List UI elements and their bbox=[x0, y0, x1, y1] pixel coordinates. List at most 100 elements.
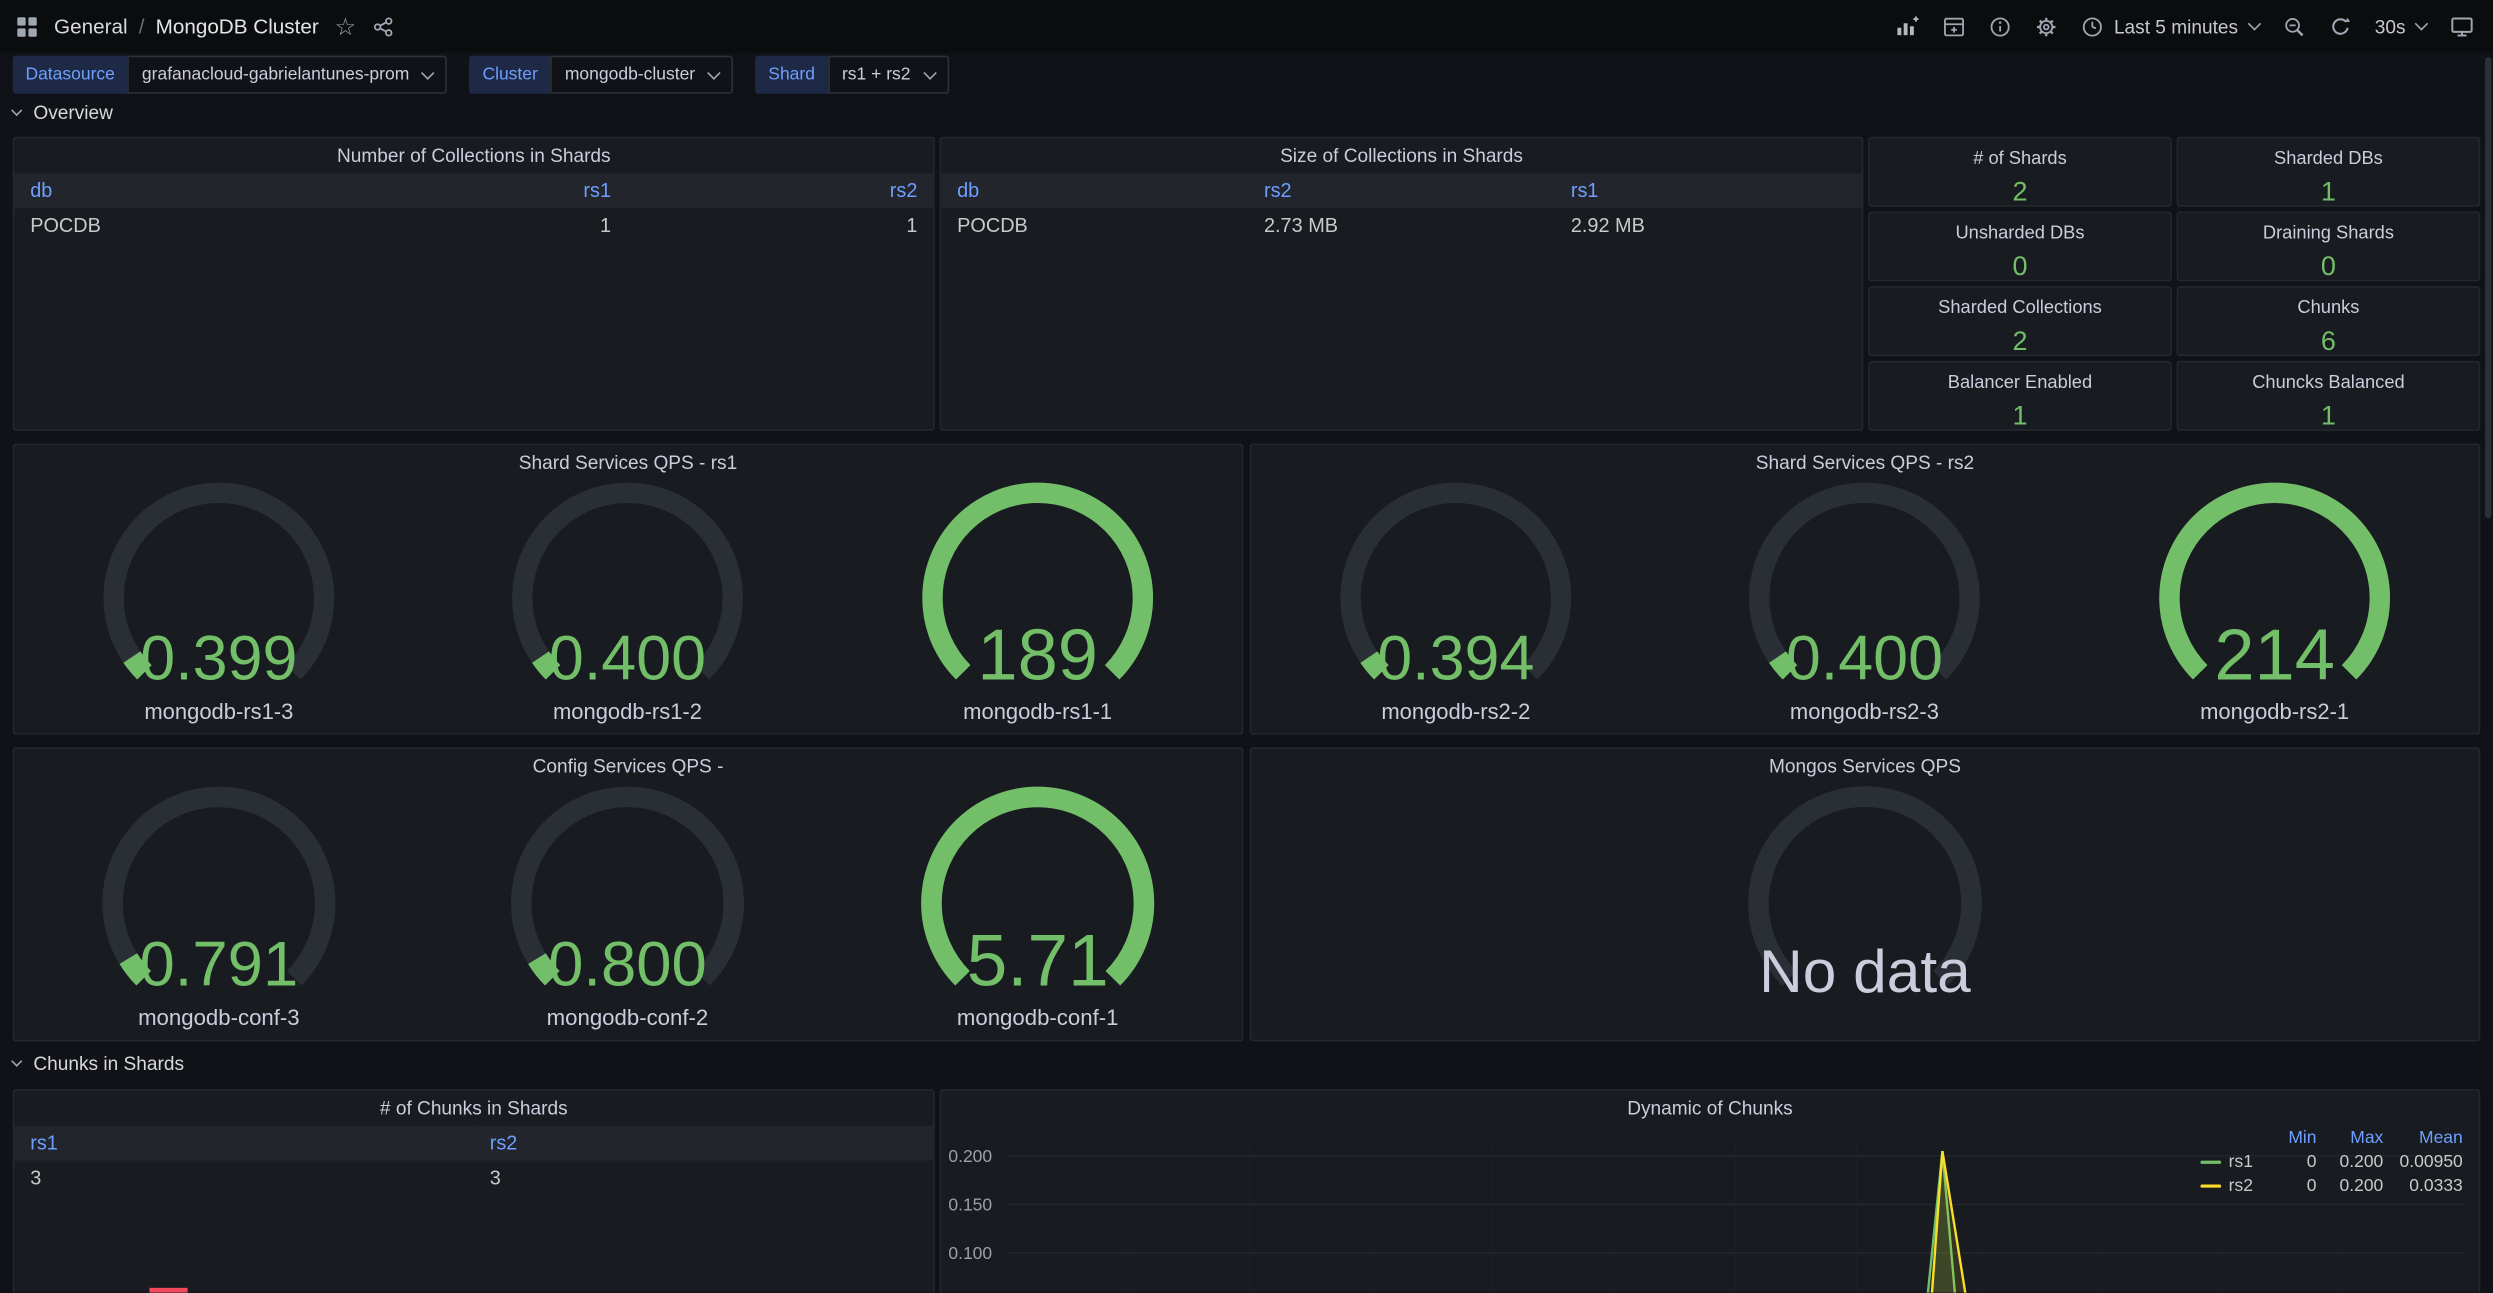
svg-text:0.791: 0.791 bbox=[140, 930, 299, 1000]
refresh-interval-picker[interactable]: 30s bbox=[2375, 15, 2426, 37]
legend-header-Mean[interactable]: Mean bbox=[2383, 1129, 2462, 1148]
stat-title[interactable]: # of Shards bbox=[1973, 149, 2067, 168]
svg-text:mongodb-rs1-1: mongodb-rs1-1 bbox=[963, 699, 1112, 724]
scrollbar-thumb[interactable] bbox=[2485, 57, 2491, 518]
legend-value: 0.200 bbox=[2317, 1177, 2384, 1196]
variable-value: rs1 + rs2 bbox=[842, 65, 911, 84]
svg-text:mongodb-conf-1: mongodb-conf-1 bbox=[956, 1005, 1118, 1030]
zoom-out-icon[interactable] bbox=[2283, 15, 2305, 37]
analytics-icon[interactable] bbox=[1895, 14, 1919, 38]
panel-title[interactable]: Mongos Services QPS bbox=[1251, 749, 2478, 784]
refresh-icon[interactable] bbox=[2329, 15, 2351, 37]
variable-label: Shard bbox=[756, 56, 828, 94]
column-header-db[interactable]: db bbox=[14, 173, 320, 208]
dashboard-info-icon[interactable] bbox=[1988, 15, 2010, 37]
panel-number-of-collections: Number of Collections in Shards dbrs1rs2… bbox=[13, 137, 935, 431]
legend-series-rs1[interactable]: rs1 bbox=[2200, 1153, 2269, 1172]
svg-text:5.71: 5.71 bbox=[966, 921, 1108, 1002]
panel-title[interactable]: Size of Collections in Shards bbox=[941, 138, 1862, 173]
section-header-chunks[interactable]: Chunks in Shards bbox=[13, 1051, 184, 1076]
column-header-rs2[interactable]: rs2 bbox=[627, 173, 933, 208]
cycle-view-monitor-icon[interactable] bbox=[2450, 14, 2474, 38]
svg-text:189: 189 bbox=[977, 616, 1098, 696]
share-icon[interactable] bbox=[372, 15, 394, 37]
stat-title[interactable]: Chuncks Balanced bbox=[2252, 374, 2404, 393]
chevron-down-icon bbox=[11, 1056, 22, 1067]
apps-grid-icon[interactable] bbox=[16, 15, 38, 37]
chevron-down-icon bbox=[923, 66, 936, 79]
time-range-picker[interactable]: Last 5 minutes bbox=[2081, 15, 2259, 37]
stat-panel: Balancer Enabled1 bbox=[1868, 361, 2172, 431]
sizes-table: dbrs2rs1 POCDB2.73 MB2.92 MB bbox=[941, 173, 1862, 241]
stat-value: 2 bbox=[2012, 326, 2027, 356]
legend-value: 0.0333 bbox=[2383, 1177, 2462, 1196]
legend-header-Min[interactable]: Min bbox=[2269, 1129, 2317, 1148]
panel-chunks-in-shards: # of Chunks in Shards rs1rs2 33 bbox=[13, 1089, 935, 1293]
table-cell: POCDB bbox=[14, 208, 320, 241]
svg-text:mongodb-rs1-3: mongodb-rs1-3 bbox=[144, 699, 293, 724]
gauge-group: 0.394mongodb-rs2-20.400mongodb-rs2-3214m… bbox=[1251, 480, 2478, 733]
stat-title[interactable]: Chunks bbox=[2297, 299, 2359, 318]
column-header-rs1[interactable]: rs1 bbox=[14, 1126, 473, 1161]
variable-label: Cluster bbox=[470, 56, 551, 94]
star-icon[interactable]: ☆ bbox=[335, 12, 356, 41]
stat-title[interactable]: Sharded DBs bbox=[2274, 149, 2383, 168]
svg-text:0.200: 0.200 bbox=[948, 1146, 992, 1166]
svg-text:0.150: 0.150 bbox=[948, 1195, 992, 1215]
stat-title[interactable]: Draining Shards bbox=[2263, 224, 2394, 243]
time-range-label: Last 5 minutes bbox=[2114, 15, 2238, 37]
panel-title[interactable]: Number of Collections in Shards bbox=[14, 138, 933, 173]
add-panel-icon[interactable] bbox=[1942, 15, 1964, 37]
dashboard-title[interactable]: MongoDB Cluster bbox=[156, 14, 319, 38]
gauge-no-data: No data bbox=[1251, 784, 2478, 1040]
clock-icon bbox=[2081, 15, 2103, 37]
stat-value: 1 bbox=[2321, 176, 2336, 206]
column-header-db[interactable]: db bbox=[941, 173, 1248, 208]
variable-value-dropdown[interactable]: grafanacloud-gabrielantunes-prom bbox=[128, 56, 448, 94]
column-header-rs1[interactable]: rs1 bbox=[1555, 173, 1862, 208]
column-header-rs1[interactable]: rs1 bbox=[321, 173, 627, 208]
stat-panel: Sharded Collections 2 bbox=[1868, 286, 2172, 356]
table-cell: 2.92 MB bbox=[1555, 208, 1862, 241]
stat-value: 1 bbox=[2321, 401, 2336, 431]
breadcrumb-folder[interactable]: General bbox=[54, 14, 128, 38]
svg-text:mongodb-rs2-3: mongodb-rs2-3 bbox=[1790, 699, 1939, 724]
chunks-table: rs1rs2 33 bbox=[14, 1126, 933, 1194]
breadcrumb: General / MongoDB Cluster bbox=[54, 14, 319, 38]
panel-shard-qps-rs2: Shard Services QPS - rs2 0.394mongodb-rs… bbox=[1250, 444, 2481, 735]
column-header-rs2[interactable]: rs2 bbox=[1248, 173, 1555, 208]
top-nav: General / MongoDB Cluster ☆ bbox=[0, 0, 2493, 52]
table-header-row: rs1rs2 bbox=[14, 1126, 933, 1161]
svg-text:0.400: 0.400 bbox=[549, 624, 706, 694]
panel-title[interactable]: # of Chunks in Shards bbox=[14, 1091, 933, 1126]
stat-panel: Sharded DBs 1 bbox=[2177, 137, 2481, 207]
gauge-group: 0.791mongodb-conf-30.800mongodb-conf-25.… bbox=[14, 784, 1241, 1040]
variables-bar: Datasource grafanacloud-gabrielantunes-p… bbox=[13, 56, 949, 94]
variable-value-dropdown[interactable]: mongodb-cluster bbox=[551, 56, 734, 94]
legend-header-Max[interactable]: Max bbox=[2317, 1129, 2384, 1148]
scrollbar[interactable] bbox=[2483, 52, 2493, 1292]
panel-title[interactable]: Config Services QPS - bbox=[14, 749, 1241, 784]
stat-title[interactable]: Balancer Enabled bbox=[1948, 374, 2092, 393]
panel-title[interactable]: Shard Services QPS - rs1 bbox=[14, 445, 1241, 480]
gauge-group: No data bbox=[1251, 784, 2478, 1040]
gauge-mongodb-rs2-2: 0.394mongodb-rs2-2 bbox=[1251, 480, 1660, 733]
panel-title[interactable]: Shard Services QPS - rs2 bbox=[1251, 445, 2478, 480]
column-header-rs2[interactable]: rs2 bbox=[474, 1126, 933, 1161]
section-title: Chunks in Shards bbox=[33, 1053, 184, 1075]
panel-mongos-qps: Mongos Services QPS No data bbox=[1250, 747, 2481, 1041]
dashboard-settings-gear-icon[interactable] bbox=[2034, 15, 2056, 37]
table-row: POCDB2.73 MB2.92 MB bbox=[941, 208, 1862, 241]
svg-text:mongodb-rs1-2: mongodb-rs1-2 bbox=[554, 699, 703, 724]
table-header-row: dbrs1rs2 bbox=[14, 173, 933, 208]
section-header-overview[interactable]: Overview bbox=[13, 100, 113, 125]
legend-series-rs2[interactable]: rs2 bbox=[2200, 1177, 2269, 1196]
stat-title[interactable]: Sharded Collections bbox=[1938, 299, 2102, 318]
panel-title[interactable]: Dynamic of Chunks bbox=[941, 1091, 2478, 1126]
stats-grid: # of Shards2Sharded DBs1Unsharded DBs0Dr… bbox=[1868, 137, 2480, 431]
stat-title[interactable]: Unsharded DBs bbox=[1955, 224, 2084, 243]
gauge-mongodb-rs1-1: 189 mongodb-rs1-1 bbox=[833, 480, 1242, 733]
panel-shard-qps-rs1: Shard Services QPS - rs1 0.399mongodb-rs… bbox=[13, 444, 1244, 735]
chevron-down-icon bbox=[2415, 16, 2428, 29]
variable-value-dropdown[interactable]: rs1 + rs2 bbox=[828, 56, 949, 94]
